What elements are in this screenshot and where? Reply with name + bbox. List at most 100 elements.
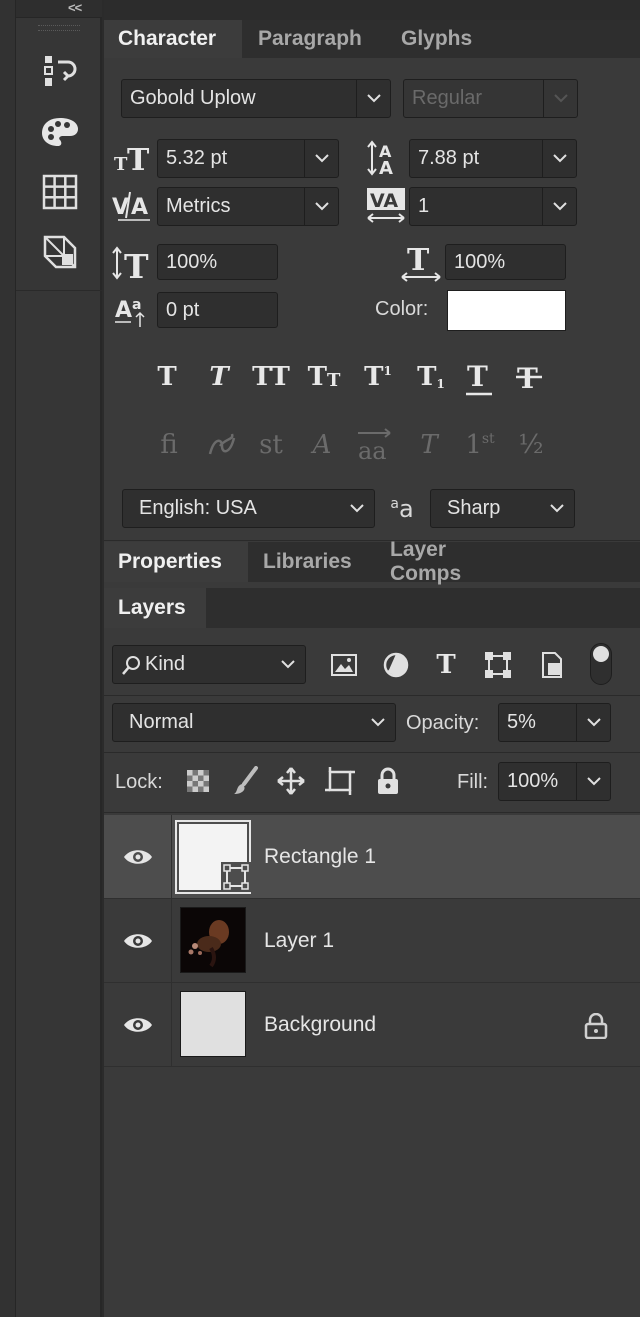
tab-layer-comps[interactable]: Layer Comps [376, 538, 536, 585]
faux-italic-icon[interactable]: T [200, 358, 238, 396]
layer-thumbnail[interactable] [180, 907, 246, 973]
panel-separator [104, 695, 640, 696]
font-size-field[interactable]: 5.32 pt [157, 139, 339, 178]
chevron-down-icon[interactable] [304, 140, 338, 177]
collapse-chevron-icon[interactable]: << [68, 0, 82, 15]
filter-smart-object-icon[interactable] [534, 648, 570, 682]
language-value: English: USA [139, 497, 257, 519]
layer-name[interactable]: Background [264, 983, 376, 1066]
strikethrough-icon[interactable]: T [510, 358, 548, 396]
chevron-down-icon[interactable] [542, 140, 576, 177]
layer-visibility-toggle[interactable] [104, 983, 172, 1066]
antialias-icon: aa [390, 495, 414, 523]
chevron-down-icon[interactable] [340, 490, 374, 527]
filter-toggle-knob [593, 646, 609, 662]
palette-icon[interactable] [36, 112, 84, 152]
kerning-dropdown[interactable]: Metrics [157, 187, 339, 226]
all-caps-icon[interactable]: TT [248, 358, 294, 396]
blend-mode-value: Normal [129, 711, 194, 733]
filter-shape-icon[interactable] [480, 648, 516, 682]
chevron-down-icon[interactable] [540, 490, 574, 527]
layer-filter-dropdown[interactable]: Kind [112, 645, 306, 684]
eye-icon[interactable] [123, 931, 153, 951]
svg-text:A: A [131, 195, 148, 220]
chevron-down-icon[interactable] [542, 188, 576, 225]
lock-all-icon[interactable] [372, 764, 404, 798]
layer-name[interactable]: Layer 1 [264, 899, 334, 982]
tab-properties[interactable]: Properties [104, 542, 248, 582]
chevron-down-icon[interactable] [576, 704, 610, 741]
chevron-down-icon[interactable] [356, 80, 390, 117]
baseline-shift-field[interactable]: 0 pt [157, 292, 278, 328]
dock-divider [16, 290, 102, 291]
font-style-dropdown[interactable]: Regular [403, 79, 578, 118]
filter-type-icon[interactable]: T [428, 648, 464, 682]
antialias-value: Sharp [447, 497, 501, 519]
chevron-down-icon[interactable] [271, 646, 305, 683]
eye-icon[interactable] [123, 1015, 153, 1035]
filter-toggle[interactable] [590, 643, 612, 685]
chevron-down-icon[interactable] [361, 704, 395, 741]
ligatures-icon[interactable]: fi [150, 426, 188, 464]
lock-position-icon[interactable] [274, 764, 308, 798]
layer-lock-icon[interactable] [584, 1012, 610, 1040]
eye-icon[interactable] [123, 847, 153, 867]
history-icon[interactable] [36, 52, 84, 92]
tab-libraries[interactable]: Libraries [249, 542, 375, 582]
underline-icon[interactable]: T [460, 356, 498, 398]
tab-layers[interactable]: Layers [104, 588, 206, 628]
panel-separator [104, 540, 640, 541]
antialias-dropdown[interactable]: Sharp [430, 489, 575, 528]
opacity-field[interactable]: 5% [498, 703, 611, 742]
lock-artboard-icon[interactable] [322, 764, 358, 798]
superscript-icon[interactable]: T1 [358, 358, 398, 396]
svg-text:a: a [132, 297, 141, 313]
leading-field[interactable]: 7.88 pt [409, 139, 577, 178]
chevron-down-icon[interactable] [304, 188, 338, 225]
chevron-down-icon[interactable] [543, 80, 577, 117]
stylistic-alternates-icon[interactable]: aa [354, 422, 396, 466]
svg-text:T: T [124, 247, 149, 281]
fractions-icon[interactable]: ½ [512, 426, 550, 464]
fill-field[interactable]: 100% [498, 762, 611, 801]
text-color-swatch[interactable] [447, 290, 566, 331]
lock-image-pixels-icon[interactable] [230, 764, 262, 798]
filter-pixel-icon[interactable] [326, 648, 362, 682]
layer-row-rectangle-1[interactable]: Rectangle 1 [104, 815, 640, 899]
layer-row-background[interactable]: Background [104, 983, 640, 1067]
small-caps-icon[interactable]: TT [302, 358, 346, 396]
dock-collapse-bar[interactable] [16, 0, 102, 18]
blend-mode-dropdown[interactable]: Normal [112, 703, 396, 742]
panel-top-strip [104, 0, 640, 20]
grid-icon[interactable] [36, 172, 84, 212]
transform-icon[interactable] [36, 232, 84, 272]
font-family-dropdown[interactable]: Gobold Uplow [121, 79, 391, 118]
vertical-scale-field[interactable]: 100% [157, 244, 278, 280]
vertical-scale-icon: T [112, 244, 154, 282]
layer-visibility-toggle[interactable] [104, 815, 172, 898]
faux-bold-icon[interactable]: T [148, 358, 186, 396]
tab-glyphs[interactable]: Glyphs [387, 20, 491, 58]
layer-thumbnail[interactable] [180, 991, 246, 1057]
language-dropdown[interactable]: English: USA [122, 489, 375, 528]
titling-alternates-icon[interactable]: T [410, 426, 448, 464]
vertical-scale-value: 100% [166, 250, 218, 273]
dock-grip[interactable] [38, 25, 80, 31]
layer-row-layer-1[interactable]: Layer 1 [104, 899, 640, 983]
contextual-alternates-icon[interactable] [203, 426, 241, 464]
tab-character[interactable]: Character [104, 20, 242, 58]
font-style-value: Regular [412, 87, 483, 109]
layer-visibility-toggle[interactable] [104, 899, 172, 982]
subscript-icon[interactable]: T1 [411, 358, 451, 396]
tab-paragraph[interactable]: Paragraph [244, 20, 384, 58]
swash-icon[interactable]: A [302, 426, 342, 464]
search-icon [122, 655, 140, 675]
horizontal-scale-field[interactable]: 100% [445, 244, 566, 280]
tracking-dropdown[interactable]: 1 [409, 187, 577, 226]
filter-adjustment-icon[interactable] [378, 648, 414, 682]
ordinals-icon[interactable]: 1st [458, 426, 502, 464]
layer-name[interactable]: Rectangle 1 [264, 815, 376, 898]
chevron-down-icon[interactable] [576, 763, 610, 800]
discretionary-ligatures-icon[interactable]: st [252, 426, 290, 464]
lock-transparent-pixels-icon[interactable] [182, 764, 214, 798]
